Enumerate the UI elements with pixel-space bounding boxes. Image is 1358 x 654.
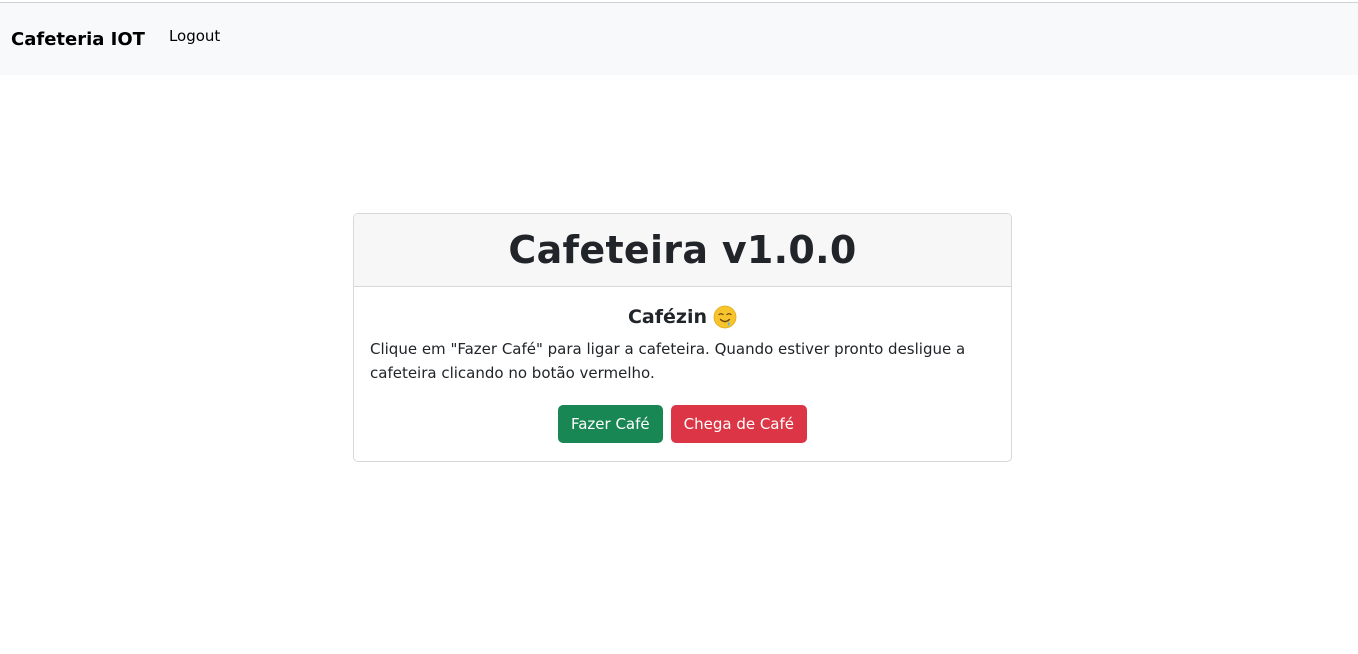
- subtitle-row: Cafézin: [370, 303, 995, 331]
- card-title: Cafeteira v1.0.0: [508, 228, 857, 272]
- button-group: Fazer Café Chega de Café: [370, 405, 995, 443]
- make-coffee-button[interactable]: Fazer Café: [557, 405, 663, 443]
- navbar-brand[interactable]: Cafeteria IOT: [11, 29, 145, 50]
- drooling-face-icon: [713, 305, 737, 329]
- logout-link[interactable]: Logout: [169, 27, 220, 45]
- card-description: Clique em "Fazer Café" para ligar a cafe…: [370, 340, 966, 382]
- card-header: Cafeteira v1.0.0: [354, 214, 1011, 287]
- stop-coffee-button[interactable]: Chega de Café: [670, 405, 808, 443]
- card-subtitle: Cafézin: [627, 306, 707, 328]
- coffee-card: Cafeteira v1.0.0 Cafézin Clique em "Faze…: [353, 213, 1012, 462]
- card-body: Cafézin Clique em "Fazer Café" para liga…: [354, 287, 1011, 443]
- navbar: Cafeteria IOT Logout: [0, 3, 1358, 75]
